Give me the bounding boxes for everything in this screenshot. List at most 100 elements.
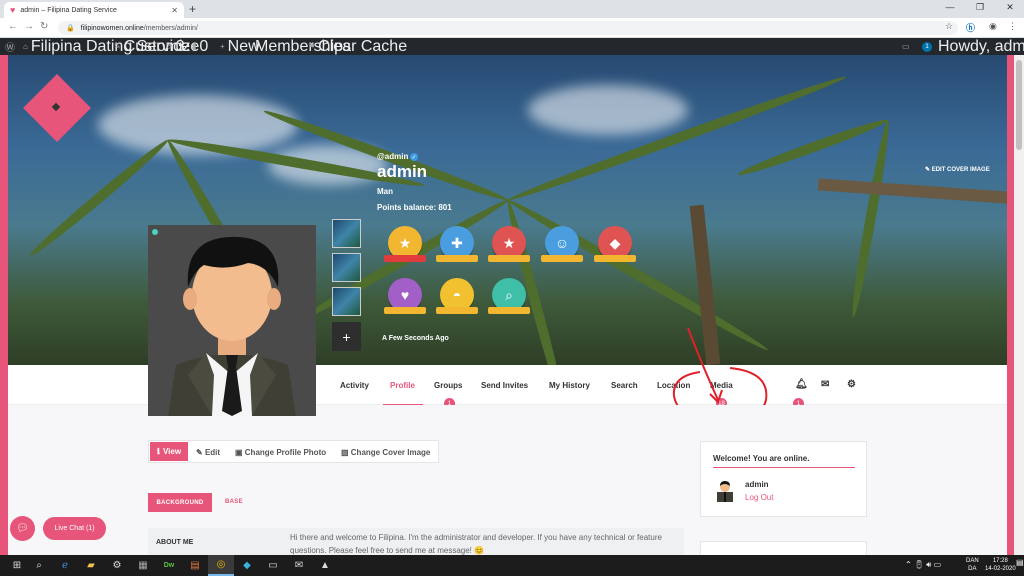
forward-icon[interactable]: → xyxy=(24,21,34,32)
wp-notification-badge[interactable]: 1 xyxy=(922,38,932,55)
reload-icon[interactable]: ↻ xyxy=(40,21,48,32)
profile-avatar[interactable] xyxy=(148,225,316,416)
cache-icon: ⚑ xyxy=(308,42,316,51)
red-diamond-badge[interactable]: ◆ xyxy=(594,226,636,262)
scrollbar-thumb[interactable] xyxy=(1016,60,1022,150)
search-icon[interactable]: ⌕ xyxy=(1003,38,1007,55)
blue-plus-badge[interactable]: ✚ xyxy=(436,226,478,262)
dreamweaver-icon[interactable]: Dw xyxy=(156,555,182,576)
live-chat-button[interactable]: Live Chat (1) xyxy=(43,517,106,540)
lang-top: DAN xyxy=(966,558,979,564)
chat-icon[interactable]: 💬︎ xyxy=(10,516,35,541)
terminal-icon[interactable]: ▦ xyxy=(130,555,156,576)
badge-ribbon xyxy=(384,307,426,314)
photos-icon[interactable]: ▲ xyxy=(312,555,338,576)
tray-icons[interactable]: ⌃ 🔋︎ 🔊︎ ▭ xyxy=(905,560,941,570)
change-cover-image-tab[interactable]: ▨ Change Cover Image xyxy=(341,448,430,457)
gold-star-badge[interactable]: ★ xyxy=(384,226,426,262)
updates-icon: ⟳ xyxy=(166,42,173,51)
media-thumbnail[interactable] xyxy=(332,287,361,316)
right-accent-border xyxy=(1007,55,1014,555)
badge-glyph-icon: ◆ xyxy=(609,234,621,251)
badge-glyph-icon: ⌕ xyxy=(505,286,513,303)
customize-link[interactable]: ✎ Customize xyxy=(114,38,199,55)
file-explorer-icon[interactable]: ▰ xyxy=(78,555,104,576)
nav-my-history[interactable]: My History xyxy=(549,381,590,390)
keyboard-language[interactable]: DAN DA xyxy=(966,557,979,573)
updates-count: 3 xyxy=(175,37,185,55)
clear-cache-link[interactable]: ⚑ Clear Cache xyxy=(308,38,407,55)
media-thumbnail[interactable] xyxy=(332,253,361,282)
media-app-icon[interactable]: ▤ xyxy=(182,555,208,576)
app-icon[interactable]: ◆ xyxy=(234,555,260,576)
logout-link[interactable]: Log Out xyxy=(745,493,773,502)
new-tab-button[interactable]: + xyxy=(189,3,196,15)
notification-center-icon[interactable]: ▤ xyxy=(1016,558,1024,567)
nav-profile[interactable]: Profile xyxy=(390,381,415,390)
nav-activity[interactable]: Activity xyxy=(340,381,369,390)
purple-heart-badge[interactable]: ♥ xyxy=(384,278,426,314)
window-app-icon[interactable]: ▭ xyxy=(260,555,286,576)
bookmark-star-icon[interactable]: ☆ xyxy=(945,21,953,32)
customize-label: Customize xyxy=(123,37,200,55)
media-thumbnail[interactable] xyxy=(332,219,361,248)
user-display-name: admin xyxy=(377,162,428,181)
edit-cover-image-link[interactable]: ✎ EDIT COVER IMAGE xyxy=(925,166,990,173)
nav-groups[interactable]: Groups xyxy=(434,381,462,390)
badge-ribbon xyxy=(488,307,530,314)
user-handle: @admin xyxy=(377,152,409,161)
base-field-tab[interactable]: BASE xyxy=(225,499,243,505)
clock[interactable]: 17:28 14-02-2020 xyxy=(985,557,1016,573)
wp-notif-count: 1 xyxy=(922,41,932,52)
badge-ribbon xyxy=(541,255,583,262)
photo-icon: ▣ xyxy=(235,448,245,457)
change-profile-photo-tab[interactable]: ▣ Change Profile Photo xyxy=(235,448,326,457)
lock-icon: 🔒 xyxy=(66,25,75,32)
edit-label: Edit xyxy=(204,448,221,457)
add-media-button[interactable]: + xyxy=(332,322,361,351)
close-window-button[interactable]: ✕ xyxy=(996,2,1024,13)
edit-tab[interactable]: ✎ Edit xyxy=(196,448,220,457)
teal-search-badge[interactable]: ⌕ xyxy=(488,278,530,314)
profile-icon[interactable]: ◉ xyxy=(989,21,997,32)
edge-icon[interactable]: ℯ xyxy=(52,555,78,576)
wp-logo-icon[interactable]: Ⓦ xyxy=(5,38,15,55)
badge-ribbon xyxy=(436,307,478,314)
howdy-account[interactable]: Howdy, admin xyxy=(938,38,1024,55)
settings-icon[interactable]: ⚙ xyxy=(104,555,130,576)
badge-glyph-icon: ★ xyxy=(398,234,412,251)
chat-bubble-icon[interactable]: ▭ xyxy=(902,38,910,55)
bell-icon[interactable]: 🔔︎ xyxy=(795,379,808,390)
tab-close-icon[interactable]: ✕ xyxy=(171,6,178,15)
comments-link[interactable]: ▮ 0 xyxy=(192,38,208,55)
mail-icon[interactable]: ✉ xyxy=(286,555,312,576)
view-tab[interactable]: ℹ View xyxy=(150,442,188,461)
badge-glyph-icon: ☺ xyxy=(554,235,570,251)
background-field-tab[interactable]: BACKGROUND xyxy=(148,493,212,512)
yellow-half-badge[interactable]: ◓ xyxy=(436,278,478,314)
blue-user-badge[interactable]: ☺ xyxy=(541,226,583,262)
comments-count: 0 xyxy=(199,37,209,55)
chrome-icon[interactable]: ◎ xyxy=(208,555,234,576)
nav-search[interactable]: Search xyxy=(611,381,638,390)
hp-extension-icon[interactable]: ⓗ xyxy=(966,21,975,34)
url-field[interactable]: 🔒 filipinowomen.online/members/admin/ xyxy=(58,21,958,35)
new-content-link[interactable]: + New xyxy=(220,38,260,55)
menu-dots-icon[interactable]: ⋮ xyxy=(1008,21,1017,32)
change-photo-label: Change Profile Photo xyxy=(244,448,327,457)
browser-tab[interactable]: ♥ admin – Filipina Dating Service ✕ xyxy=(4,2,184,18)
red-star-badge[interactable]: ★ xyxy=(488,226,530,262)
nav-send-invites[interactable]: Send Invites xyxy=(481,381,528,390)
view-label: View xyxy=(162,447,182,456)
restore-button[interactable]: ❐ xyxy=(966,2,994,13)
welcome-username[interactable]: admin xyxy=(745,480,769,489)
updates-link[interactable]: ⟳ 3 xyxy=(166,38,185,55)
pencil-icon: ✎ xyxy=(196,448,205,457)
envelope-icon[interactable]: ✉ xyxy=(821,379,829,390)
back-icon[interactable]: ← xyxy=(8,21,18,32)
gear-icon[interactable]: ⚙ xyxy=(847,379,856,390)
minimize-button[interactable]: — xyxy=(936,2,964,12)
online-status-dot xyxy=(152,229,158,235)
plus-icon: + xyxy=(220,42,225,51)
search-icon[interactable]: ⌕ xyxy=(26,555,52,576)
